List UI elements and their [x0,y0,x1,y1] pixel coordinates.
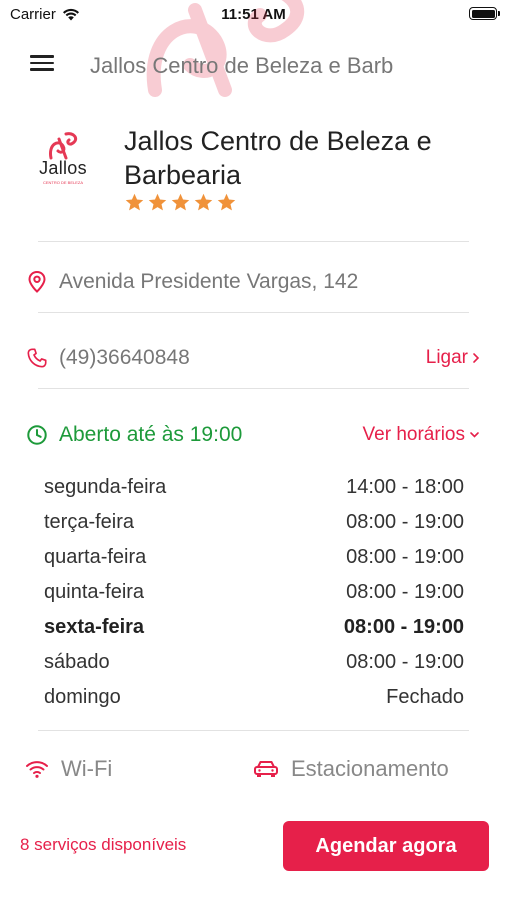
hours-day: segunda-feira [44,476,167,498]
business-name: Jallos Centro de Beleza e Barbearia [124,126,432,190]
view-hours-toggle[interactable]: Ver horários [363,424,480,446]
amenity-wifi: Wi-Fi [25,756,112,782]
hours-day: sábado [44,651,110,673]
hours-time: 08:00 - 19:00 [346,546,464,568]
view-hours-label: Ver horários [362,424,465,445]
logo-mark-icon [48,132,78,160]
chevron-right-icon [473,353,480,363]
hours-time: 08:00 - 19:00 [343,616,464,638]
parking-label: Estacionamento [291,756,449,781]
business-header: Jallos CENTRO DE BELEZA Jallos Centro de… [30,122,480,232]
rating-stars [124,192,237,213]
battery-icon [469,7,500,20]
address-row[interactable]: Avenida Presidente Vargas, 142 [25,262,480,302]
status-time: 11:51 AM [221,6,286,23]
call-button[interactable]: Ligar [426,347,480,369]
nav-title: Jallos Centro de Beleza e Barb [90,53,394,78]
chevron-down-icon [470,432,479,438]
star-icon [171,193,190,211]
open-status: Aberto até às 19:00 [59,423,243,446]
hours-row: terça-feira 08:00 - 19:00 [44,505,464,540]
menu-icon [30,55,60,71]
business-logo: Jallos CENTRO DE BELEZA [30,130,96,196]
hours-row: segunda-feira 14:00 - 18:00 [44,470,464,505]
hours-time: 08:00 - 19:00 [346,651,464,673]
hours-row: sábado 08:00 - 19:00 [44,645,464,680]
hours-day: sexta-feira [44,616,145,638]
hours-row: quarta-feira 08:00 - 19:00 [44,540,464,575]
divider [38,312,469,313]
star-icon [148,193,167,211]
divider [38,388,469,389]
divider [38,730,469,731]
hours-row-today: sexta-feira 08:00 - 19:00 [44,610,464,645]
amenity-parking: Estacionamento [253,756,449,782]
car-icon [254,761,278,777]
services-available-link[interactable]: 8 serviços disponíveis [20,835,186,855]
hours-day: terça-feira [44,511,135,533]
location-pin-icon [28,270,46,293]
menu-button[interactable] [30,52,60,76]
phone-number: (49)36640848 [59,346,190,369]
phone-icon [27,348,47,368]
star-icon [194,193,213,211]
amenities: Wi-Fi Estacionamento [25,752,480,788]
hours-time: 08:00 - 19:00 [346,581,464,603]
call-label: Ligar [425,347,468,368]
star-icon [125,193,144,211]
phone-row: (49)36640848 Ligar [25,338,480,378]
hours-day: quinta-feira [44,581,145,603]
hours-time: 08:00 - 19:00 [346,511,464,533]
hours-row: domingo Fechado [44,680,464,715]
clock-icon [27,425,47,445]
divider [38,241,469,242]
wifi-icon [26,761,48,778]
hours-time: Fechado [386,686,464,708]
hours-row: quinta-feira 08:00 - 19:00 [44,575,464,610]
logo-subtext: CENTRO DE BELEZA [42,180,83,185]
address-text: Avenida Presidente Vargas, 142 [59,270,359,293]
opening-row: Aberto até às 19:00 Ver horários [25,415,480,455]
hours-time: 14:00 - 18:00 [346,476,464,498]
hours-table: segunda-feira 14:00 - 18:00 terça-feira … [44,470,464,715]
status-bar: Carrier 11:51 AM [0,0,507,28]
star-icon [217,193,236,211]
nav-bar: Jallos Centro de Beleza e Barb [0,40,507,90]
logo-text: Jallos [39,158,87,178]
wifi-label: Wi-Fi [61,756,113,781]
hours-day: domingo [44,686,121,708]
book-now-button[interactable]: Agendar agora [283,821,489,871]
hours-day: quarta-feira [44,546,147,568]
